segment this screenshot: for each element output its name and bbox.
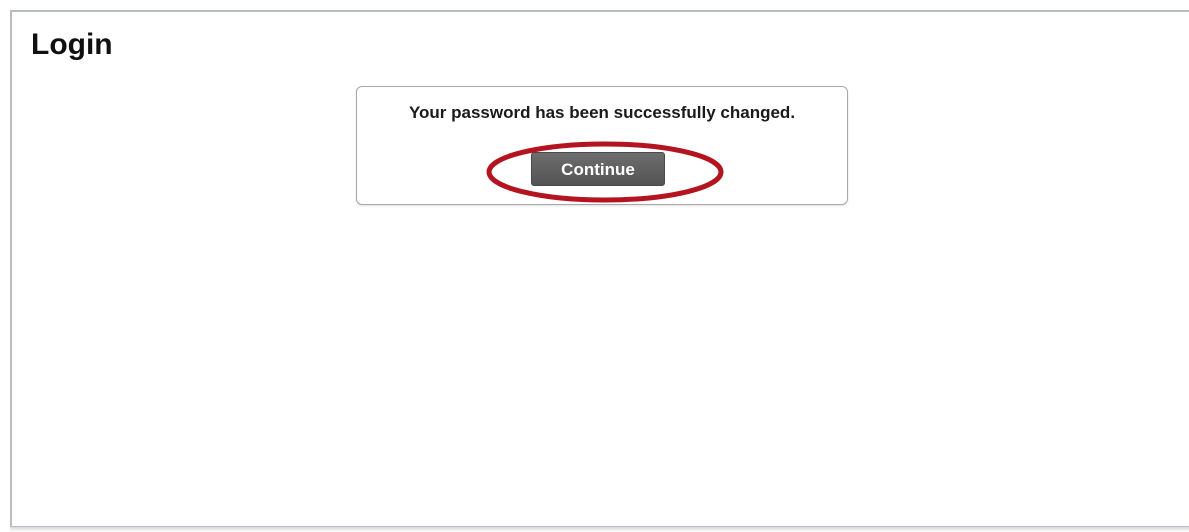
page-title: Login (31, 28, 113, 61)
success-message: Your password has been successfully chan… (408, 103, 796, 122)
bottom-edge (10, 527, 1189, 532)
password-changed-dialog: Your password has been successfully chan… (356, 86, 848, 205)
continue-button[interactable]: Continue (531, 152, 665, 186)
